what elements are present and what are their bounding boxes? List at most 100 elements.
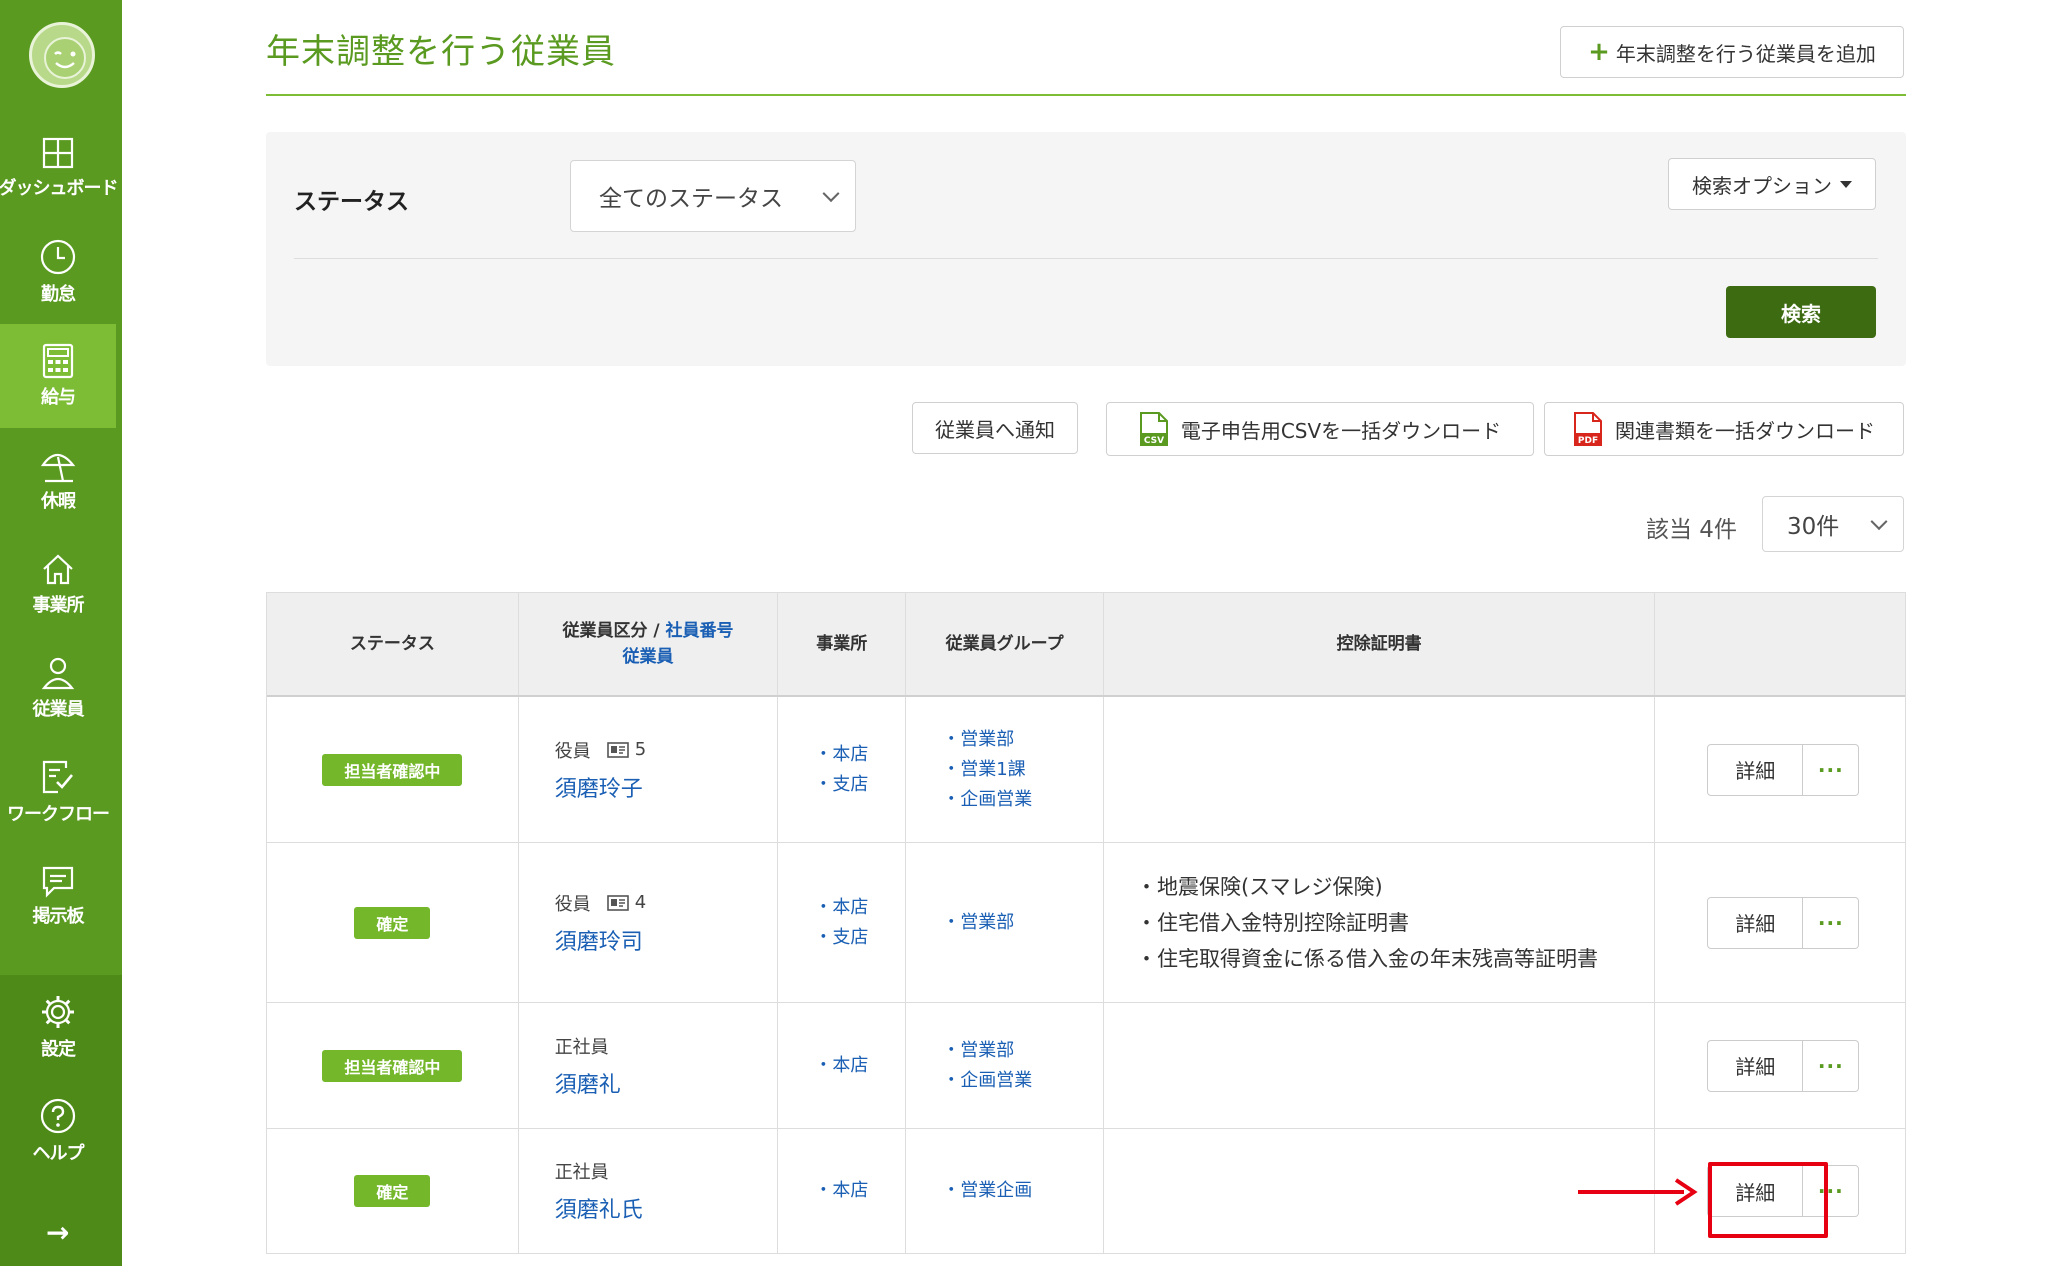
caret-down-icon <box>1840 180 1852 188</box>
employee-cell: 役員 5 須磨玲子 <box>519 697 779 842</box>
status-cell: 担当者確認中 <box>267 697 519 842</box>
group-link[interactable]: 営業部 <box>942 725 1103 755</box>
sidebar-item-label: ヘルプ <box>32 1143 85 1164</box>
sidebar: ダッシュボード 勤怠 給与 休暇 事業所 従業員 ワークフロー 掲示板 設定 ヘ… <box>0 0 122 1266</box>
sidebar-item-bulletin-board[interactable]: 掲示板 <box>0 844 116 948</box>
employee-cell: 正社員 須磨礼 <box>519 1003 779 1128</box>
status-badge: 確定 <box>354 906 431 939</box>
csv-bulk-download-button[interactable]: CSV 電子申告用CSVを一括ダウンロード <box>1106 402 1534 456</box>
office-cell: 本店 支店 <box>778 843 907 1002</box>
sidebar-item-label: 勤怠 <box>41 284 76 305</box>
sidebar-item-workflow[interactable]: ワークフロー <box>0 740 116 844</box>
detail-button[interactable]: 詳細 <box>1707 743 1804 796</box>
home-icon <box>43 554 73 585</box>
row-action-group: 詳細 ··· <box>1707 896 1860 949</box>
plus-icon: + <box>1588 37 1610 67</box>
office-link[interactable]: 本店 <box>814 1176 905 1206</box>
employee-name-link[interactable]: 須磨礼氏 <box>519 1192 778 1224</box>
more-options-icon[interactable]: ··· <box>1803 1039 1860 1092</box>
sidebar-item-attendance[interactable]: 勤怠 <box>0 220 116 324</box>
row-action-group: 詳細 ··· <box>1707 1039 1860 1092</box>
pdf-bulk-download-label: 関連書類を一括ダウンロード <box>1615 418 1875 443</box>
column-header-employee-number[interactable]: 社員番号 <box>666 621 734 641</box>
notify-employees-button[interactable]: 従業員へ通知 <box>912 402 1078 454</box>
group-cell: 営業部 企画営業 <box>906 1003 1104 1128</box>
sidebar-item-label: 休暇 <box>41 491 76 512</box>
sidebar-item-vacation[interactable]: 休暇 <box>0 428 116 532</box>
status-select[interactable]: 全てのステータス <box>570 160 856 232</box>
office-link[interactable]: 本店 <box>814 740 905 770</box>
search-options-button[interactable]: 検索オプション <box>1668 158 1876 210</box>
column-header-office: 事業所 <box>778 593 907 695</box>
title-divider <box>266 94 1906 96</box>
pdf-icon-text: PDF <box>1578 436 1598 446</box>
sidebar-item-employees[interactable]: 従業員 <box>0 636 116 740</box>
office-link[interactable]: 本店 <box>814 893 905 923</box>
office-cell: 本店 <box>778 1003 907 1128</box>
actions-cell: 詳細 ··· <box>1655 1003 1905 1128</box>
employee-type: 正社員 <box>519 1033 778 1059</box>
certificates-cell <box>1104 1129 1656 1253</box>
sidebar-item-help[interactable]: ヘルプ <box>0 1079 116 1183</box>
more-options-icon[interactable]: ··· <box>1803 896 1860 949</box>
table-header: ステータス 従業員区分 / 社員番号 従業員 事業所 従業員グループ 控除証明書 <box>267 593 1905 697</box>
employee-cell: 役員 4 須磨玲司 <box>519 843 779 1002</box>
message-board-icon <box>42 866 74 898</box>
sidebar-item-payroll[interactable]: 給与 <box>0 324 116 428</box>
avatar[interactable] <box>29 22 95 88</box>
checklist-icon <box>42 760 73 794</box>
column-header-employee-type: 従業員区分 / 社員番号 従業員 <box>519 593 779 695</box>
per-page-select[interactable]: 30件 <box>1762 496 1904 552</box>
detail-button[interactable]: 詳細 <box>1707 896 1804 949</box>
search-panel: ステータス 全てのステータス 検索オプション 検索 <box>266 132 1906 366</box>
certificate-item: 住宅取得資金に係る借入金の年末残高等証明書 <box>1136 941 1654 977</box>
sidebar-item-label: 給与 <box>41 387 76 408</box>
employee-number: 4 <box>634 892 647 913</box>
beach-umbrella-icon <box>40 453 76 483</box>
dashboard-icon <box>42 137 74 169</box>
add-employee-button[interactable]: + 年末調整を行う従業員を追加 <box>1560 26 1904 78</box>
more-options-icon[interactable]: ··· <box>1803 743 1860 796</box>
expand-sidebar-arrow-icon[interactable]: → <box>46 1216 69 1249</box>
certificates-cell: 地震保険(スマレジ保険) 住宅借入金特別控除証明書 住宅取得資金に係る借入金の年… <box>1104 843 1656 1002</box>
id-card-icon <box>606 894 629 911</box>
sidebar-item-label: 従業員 <box>32 699 85 720</box>
calculator-icon <box>42 343 74 379</box>
search-panel-divider <box>294 258 1878 259</box>
detail-button[interactable]: 詳細 <box>1707 1039 1804 1092</box>
csv-file-icon: CSV <box>1139 412 1168 446</box>
status-badge: 確定 <box>354 1175 431 1207</box>
actions-cell: 詳細 ··· <box>1655 843 1905 1002</box>
office-link[interactable]: 支店 <box>814 770 905 800</box>
table-row: 確定 役員 4 須磨玲司 本店 支店 営業部 地震保険(スマレジ保険) 住宅借入… <box>267 843 1905 1003</box>
group-link[interactable]: 営業部 <box>942 908 1103 938</box>
sidebar-item-office[interactable]: 事業所 <box>0 532 116 636</box>
employee-name-link[interactable]: 須磨玲司 <box>519 924 778 956</box>
group-link[interactable]: 営業1課 <box>942 755 1103 785</box>
table-row: 担当者確認中 正社員 須磨礼 本店 営業部 企画営業 詳細 ··· <box>267 1003 1905 1129</box>
employee-table: ステータス 従業員区分 / 社員番号 従業員 事業所 従業員グループ 控除証明書… <box>266 592 1906 1254</box>
employee-name-link[interactable]: 須磨玲子 <box>519 771 778 803</box>
sidebar-item-dashboard[interactable]: ダッシュボード <box>0 116 119 220</box>
csv-icon-text: CSV <box>1144 436 1164 446</box>
employee-type-label: 役員 <box>554 740 591 762</box>
pdf-bulk-download-button[interactable]: PDF 関連書類を一括ダウンロード <box>1544 402 1904 456</box>
office-link[interactable]: 支店 <box>814 923 905 953</box>
clock-icon <box>40 239 76 275</box>
add-employee-button-label: 年末調整を行う従業員を追加 <box>1615 41 1876 66</box>
status-filter-label: ステータス <box>294 189 409 215</box>
group-link[interactable]: 営業部 <box>942 1036 1103 1066</box>
sidebar-item-settings[interactable]: 設定 <box>0 975 116 1079</box>
group-link[interactable]: 営業企画 <box>942 1176 1103 1206</box>
office-link[interactable]: 本店 <box>814 1051 905 1081</box>
actions-cell: 詳細 ··· <box>1655 697 1905 842</box>
smiley-wink-icon <box>44 37 86 79</box>
group-link[interactable]: 企画営業 <box>942 785 1103 815</box>
status-cell: 確定 <box>267 1129 519 1253</box>
search-button[interactable]: 検索 <box>1726 286 1876 338</box>
group-link[interactable]: 企画営業 <box>942 1066 1103 1096</box>
certificate-item: 地震保険(スマレジ保険) <box>1136 869 1654 905</box>
column-header-employee[interactable]: 従業員 <box>623 644 674 670</box>
chevron-down-icon <box>1870 513 1888 531</box>
employee-name-link[interactable]: 須磨礼 <box>519 1067 778 1099</box>
